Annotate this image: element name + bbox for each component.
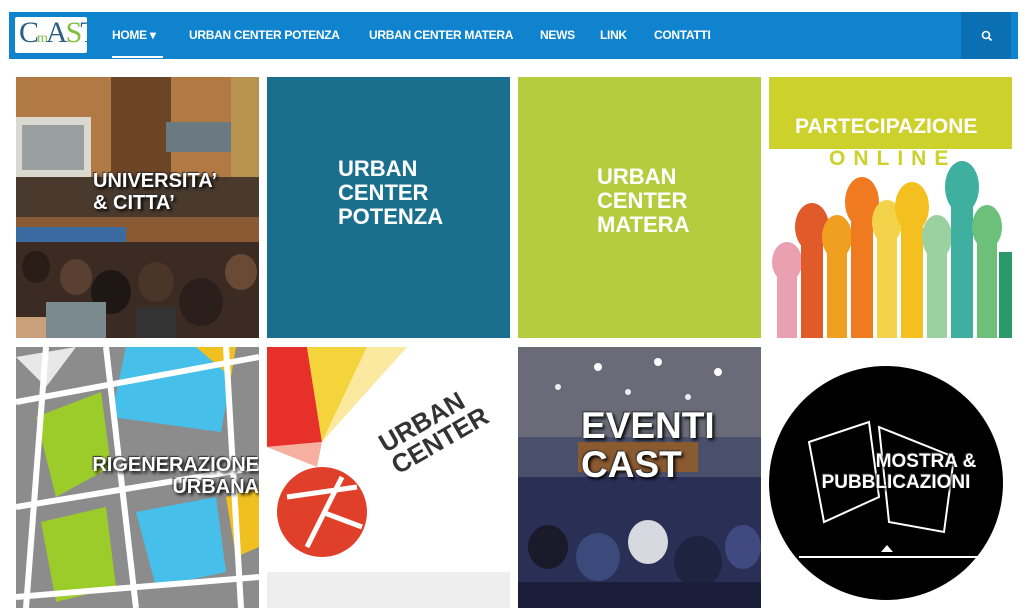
nav-urban-center-potenza[interactable]: URBAN CENTER POTENZA [189,28,340,42]
tile-universita-citta[interactable]: UNIVERSITA’ & CITTA’ [16,77,259,338]
navbar: CmAST HOME ▾ URBAN CENTER POTENZA URBAN … [9,12,1018,59]
search-icon [981,30,993,42]
tile-title-line2: CENTER [597,188,688,214]
tile-title-line1: MOSTRA & [875,451,977,472]
nav-link[interactable]: LINK [600,28,627,42]
tile-urban-center[interactable]: URBAN CENTER [267,347,510,608]
tile-title-line2: CAST [581,443,682,485]
tile-title-line1: EVENTI [581,405,715,446]
tile-title-line2: PUBBLICAZIONI [821,471,971,493]
tile-title-line1: UNIVERSITA’ [93,170,218,192]
tile-title-line3: MATERA [597,212,690,238]
tile-title-line2: URBANA [172,476,259,498]
tile-title-line1: PARTECIPAZIONE [795,115,978,138]
tile-title-line2: CENTER [338,180,429,206]
tile-title-line1: URBAN [597,164,677,189]
nav-home[interactable]: HOME ▾ [112,28,156,42]
tile-mostra-pubblicazioni[interactable]: MOSTRA & PUBBLICAZIONI [769,347,1012,608]
nav-contatti[interactable]: CONTATTI [654,28,711,42]
tile-urban-center-matera[interactable]: URBAN CENTER MATERA [518,77,761,338]
tile-title-line2: & CITTA’ [93,192,175,214]
tile-title-line1: RIGENERAZIONE [92,454,259,476]
nav-urban-center-matera[interactable]: URBAN CENTER MATERA [369,28,513,42]
logo-text: CmAST [19,17,87,49]
tile-title-line2: ONLINE [829,147,957,170]
active-indicator [112,56,163,58]
cast-logo[interactable]: CmAST [15,17,87,53]
tile-title-line3: POTENZA [338,204,444,230]
tile-partecipazione-online[interactable]: PARTECIPAZIONE ONLINE [769,77,1012,338]
nav-news[interactable]: NEWS [540,28,575,42]
search-button[interactable] [961,12,1011,59]
tile-urban-center-potenza[interactable]: URBAN CENTER POTENZA [267,77,510,338]
tile-title-line1: URBAN [338,156,418,181]
urban-center-logo [267,347,510,608]
tile-eventi-cast[interactable]: EVENTI CAST [518,347,761,608]
tile-rigenerazione-urbana[interactable]: RIGENERAZIONE URBANA [16,347,259,608]
